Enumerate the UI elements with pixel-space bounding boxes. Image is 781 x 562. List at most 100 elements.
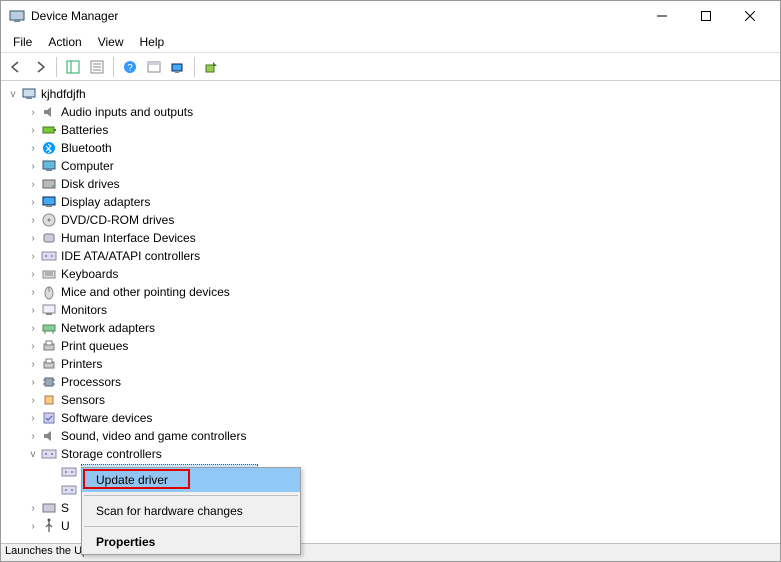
- toolbar: ?: [1, 53, 780, 81]
- tree-item[interactable]: › Batteries: [3, 121, 778, 139]
- tree-item[interactable]: › Printers: [3, 355, 778, 373]
- back-button[interactable]: [5, 56, 27, 78]
- menu-help[interactable]: Help: [132, 33, 173, 51]
- menu-view[interactable]: View: [90, 33, 132, 51]
- window-controls: [640, 2, 772, 30]
- expander-icon[interactable]: ›: [27, 197, 39, 208]
- close-button[interactable]: [728, 2, 772, 30]
- tree-item[interactable]: › Network adapters: [3, 319, 778, 337]
- tree-item-label: Display adapters: [61, 195, 150, 209]
- expander-icon[interactable]: ›: [27, 377, 39, 388]
- tree-item[interactable]: › Computer: [3, 157, 778, 175]
- expander-icon[interactable]: v: [7, 89, 19, 100]
- tree-item-label: Sound, video and game controllers: [61, 429, 246, 443]
- minimize-button[interactable]: [640, 2, 684, 30]
- expander-icon[interactable]: ›: [27, 431, 39, 442]
- tree-item[interactable]: ›Audio inputs and outputs: [3, 103, 778, 121]
- device-category-icon: [41, 140, 57, 156]
- tree-item-label: Storage controllers: [61, 447, 162, 461]
- tree-item-label: Bluetooth: [61, 141, 112, 155]
- device-category-icon: [41, 392, 57, 408]
- expander-icon[interactable]: ›: [27, 107, 39, 118]
- tree-item-label: Software devices: [61, 411, 152, 425]
- expander-icon[interactable]: ›: [27, 341, 39, 352]
- context-menu: Update driver Scan for hardware changes …: [81, 467, 301, 555]
- tree-root[interactable]: v kjhdfdjfh: [3, 85, 778, 103]
- expander-icon[interactable]: ›: [27, 395, 39, 406]
- update-driver-button[interactable]: [200, 56, 222, 78]
- tree-item-label: IDE ATA/ATAPI controllers: [61, 249, 200, 263]
- tree-item[interactable]: ›Print queues: [3, 337, 778, 355]
- toolbar-separator: [113, 57, 114, 77]
- expander-icon[interactable]: ›: [27, 287, 39, 298]
- expander-icon[interactable]: ›: [27, 143, 39, 154]
- action-button[interactable]: [143, 56, 165, 78]
- svg-text:?: ?: [127, 63, 133, 74]
- tree-item[interactable]: ›Disk drives: [3, 175, 778, 193]
- expander-icon[interactable]: ›: [27, 503, 39, 514]
- tree-item-label: S: [61, 501, 69, 515]
- context-update-driver[interactable]: Update driver: [82, 468, 300, 492]
- maximize-button[interactable]: [684, 2, 728, 30]
- expander-icon[interactable]: ›: [27, 269, 39, 280]
- tree-item[interactable]: › Software devices: [3, 409, 778, 427]
- forward-button[interactable]: [29, 56, 51, 78]
- scan-hardware-button[interactable]: [167, 56, 189, 78]
- expander-icon[interactable]: ›: [27, 413, 39, 424]
- tree-item[interactable]: › IDE ATA/ATAPI controllers: [3, 247, 778, 265]
- tree-item-label: Printers: [61, 357, 102, 371]
- tree-item-label: Mice and other pointing devices: [61, 285, 230, 299]
- tree-item-label: Network adapters: [61, 321, 155, 335]
- context-scan-hardware[interactable]: Scan for hardware changes: [82, 499, 300, 523]
- tree-item[interactable]: v Storage controllers: [3, 445, 778, 463]
- computer-icon: [21, 86, 37, 102]
- device-icon: [41, 500, 57, 516]
- tree-item-label: Keyboards: [61, 267, 118, 281]
- tree-item-label: Batteries: [61, 123, 108, 137]
- device-category-icon: [41, 374, 57, 390]
- properties-button[interactable]: [86, 56, 108, 78]
- expander-icon[interactable]: ›: [27, 359, 39, 370]
- tree-item-label: DVD/CD-ROM drives: [61, 213, 174, 227]
- toolbar-separator: [194, 57, 195, 77]
- expander-icon[interactable]: ›: [27, 305, 39, 316]
- controller-icon: [61, 482, 77, 498]
- tree-item[interactable]: › Display adapters: [3, 193, 778, 211]
- expander-icon[interactable]: v: [27, 449, 39, 460]
- tree-item[interactable]: ›Processors: [3, 373, 778, 391]
- expander-icon[interactable]: ›: [27, 125, 39, 136]
- help-button[interactable]: ?: [119, 56, 141, 78]
- menu-action[interactable]: Action: [40, 33, 89, 51]
- menu-file[interactable]: File: [5, 33, 40, 51]
- tree-item[interactable]: › Keyboards: [3, 265, 778, 283]
- expander-icon[interactable]: ›: [27, 161, 39, 172]
- tree-item[interactable]: › Sound, video and game controllers: [3, 427, 778, 445]
- window-title: Device Manager: [31, 9, 640, 23]
- show-hide-tree-button[interactable]: [62, 56, 84, 78]
- tree-item[interactable]: ›Monitors: [3, 301, 778, 319]
- expander-icon[interactable]: ›: [27, 215, 39, 226]
- device-category-icon: [41, 446, 57, 462]
- tree-item-label: U: [61, 519, 70, 533]
- device-category-icon: [41, 104, 57, 120]
- tree-item[interactable]: › Sensors: [3, 391, 778, 409]
- tree-item[interactable]: › Mice and other pointing devices: [3, 283, 778, 301]
- device-category-icon: [41, 302, 57, 318]
- context-properties[interactable]: Properties: [82, 530, 300, 554]
- controller-icon: [61, 464, 77, 480]
- device-category-icon: [41, 284, 57, 300]
- tree-item-label: Sensors: [61, 393, 105, 407]
- expander-icon[interactable]: ›: [27, 251, 39, 262]
- expander-icon[interactable]: ›: [27, 323, 39, 334]
- expander-icon[interactable]: ›: [27, 233, 39, 244]
- usb-icon: [41, 518, 57, 534]
- expander-icon[interactable]: ›: [27, 521, 39, 532]
- tree-item-label: Computer: [61, 159, 114, 173]
- tree-item[interactable]: › DVD/CD-ROM drives: [3, 211, 778, 229]
- tree-item[interactable]: ›Human Interface Devices: [3, 229, 778, 247]
- device-category-icon: [41, 158, 57, 174]
- context-separator: [84, 495, 298, 496]
- expander-icon[interactable]: ›: [27, 179, 39, 190]
- titlebar: Device Manager: [1, 1, 780, 31]
- tree-item[interactable]: › Bluetooth: [3, 139, 778, 157]
